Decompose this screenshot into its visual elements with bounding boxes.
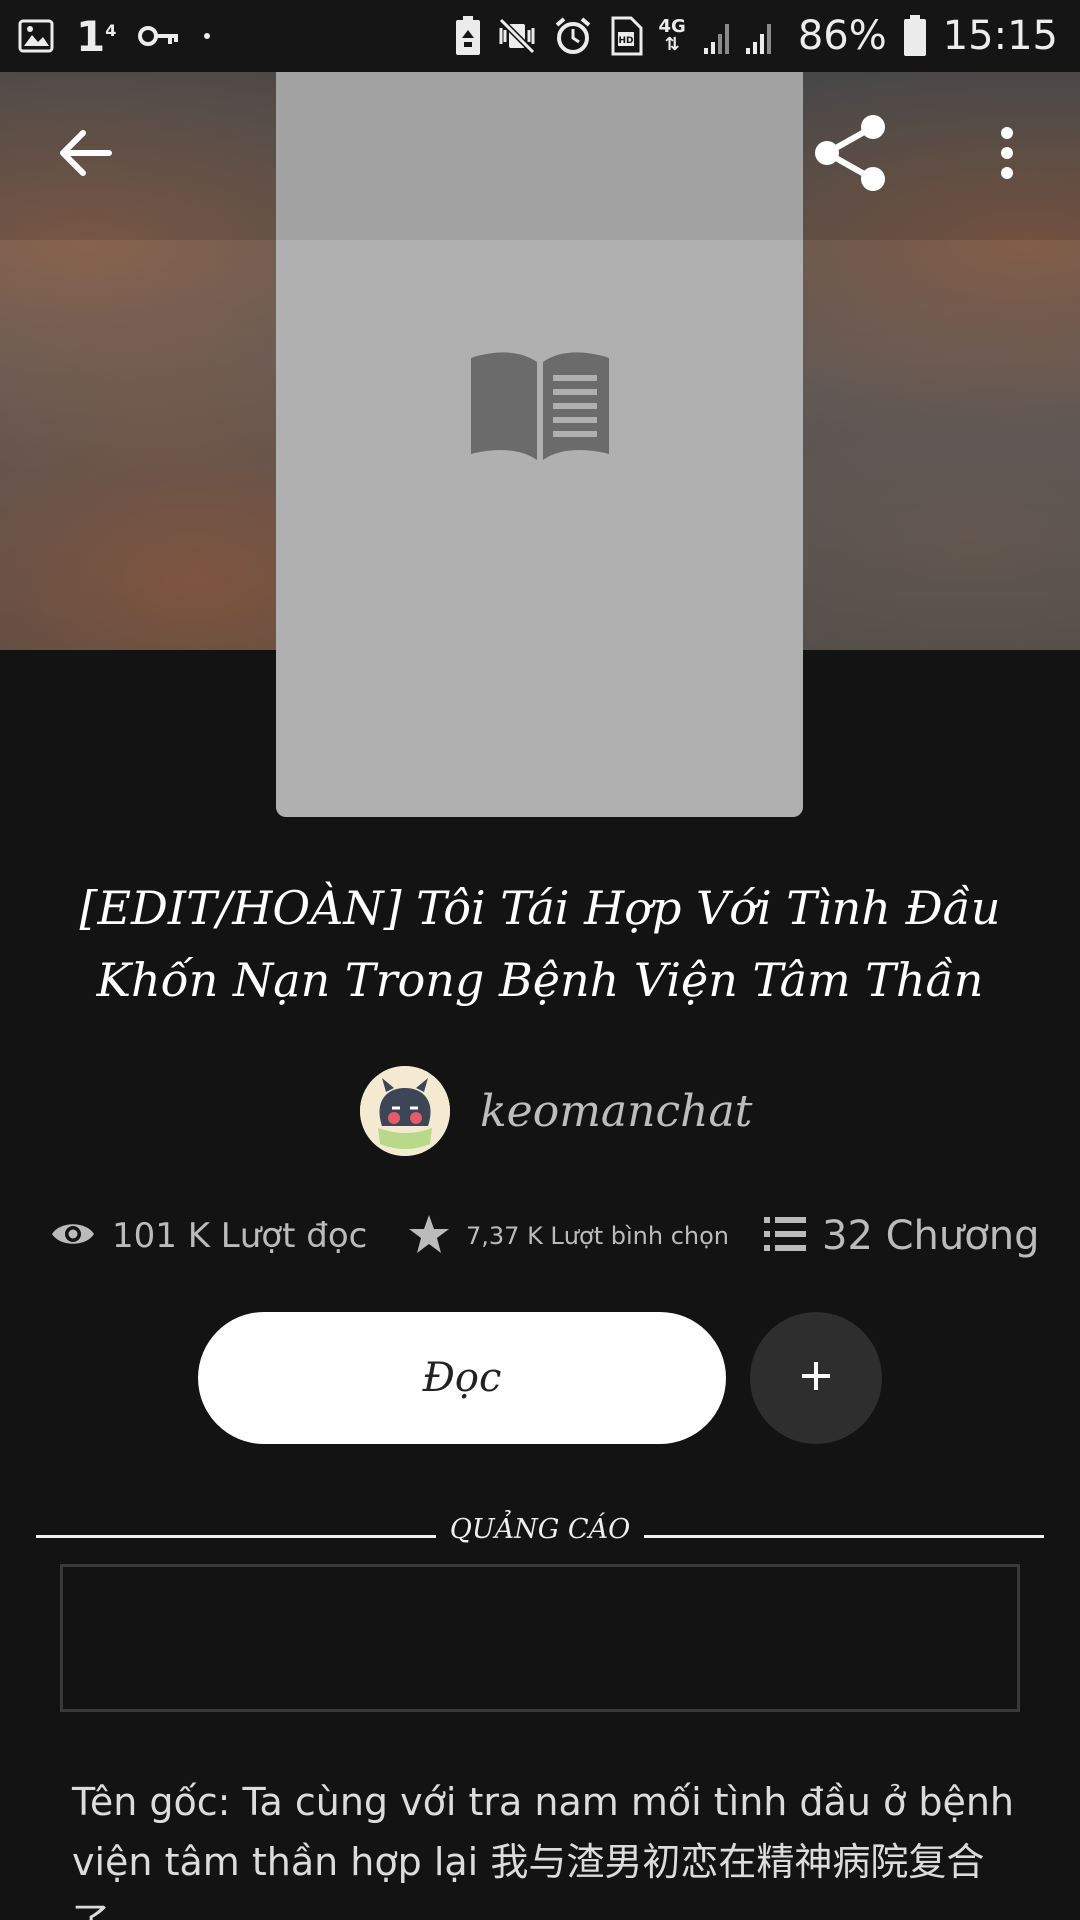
story-stats: 101 K Lượt đọc 7,37 K Lượt bình chọn 32 … (50, 1200, 1050, 1272)
dot-icon (202, 31, 212, 41)
ad-divider-right (644, 1535, 1044, 1538)
clock: 15:15 (942, 13, 1058, 59)
add-to-library-button[interactable] (750, 1312, 882, 1444)
share-icon (811, 113, 891, 197)
status-bar-right: HD 4G ⇅ 86% 15:15 (455, 0, 1058, 72)
story-description: Tên gốc: Ta cùng với tra nam mối tình đầ… (72, 1780, 1015, 1920)
notification-count-sup: 4 (105, 20, 117, 40)
network-type-label: 4G (658, 16, 686, 37)
battery-icon (903, 15, 927, 57)
network-type: 4G ⇅ (658, 16, 686, 55)
image-icon (18, 19, 54, 53)
battery-percent: 86% (797, 13, 887, 59)
ad-label: QUẢNG CÁO (449, 1514, 631, 1545)
battery-saver-icon (455, 16, 481, 56)
star-icon (408, 1214, 450, 1258)
ad-slot[interactable] (60, 1564, 1020, 1712)
story-cover[interactable] (276, 72, 803, 817)
back-button[interactable] (40, 110, 130, 200)
author-avatar[interactable] (360, 1066, 450, 1156)
status-bar-left: 14 (18, 0, 212, 72)
story-detail-screen: 14 HD 4G ⇅ 86% 15:15 [EDIT/HOÀN] Tôi Tái… (0, 0, 1080, 1920)
notification-count: 14 (76, 12, 116, 61)
author-name[interactable]: keomanchat (480, 1086, 752, 1137)
story-title: [EDIT/HOÀN] Tôi Tái Hợp Với Tình Đầu Khố… (79, 881, 1001, 1007)
cover-top-shade (276, 72, 803, 240)
eye-icon (50, 1218, 96, 1254)
notification-count-value: 1 (76, 11, 106, 61)
reads-count: 101 K Lượt đọc (112, 1216, 368, 1256)
plus-icon (800, 1360, 832, 1396)
more-options-button[interactable] (962, 110, 1052, 200)
votes-stat: 7,37 K Lượt bình chọn (408, 1200, 729, 1272)
key-icon (138, 24, 180, 48)
list-icon (764, 1216, 806, 1256)
mute-vibrate-icon (497, 16, 537, 56)
alarm-icon (553, 16, 593, 56)
open-book-icon (465, 348, 615, 468)
chapters-stat[interactable]: 32 Chương (764, 1200, 1039, 1272)
chapters-count: 32 Chương (822, 1213, 1040, 1259)
author-row[interactable]: keomanchat (360, 1066, 752, 1156)
signal-icon (702, 16, 782, 56)
ad-divider-left (36, 1535, 436, 1538)
svg-text:HD: HD (618, 36, 633, 46)
reads-stat: 101 K Lượt đọc (50, 1200, 367, 1272)
arrow-left-icon (57, 128, 113, 182)
votes-count: 7,37 K Lượt bình chọn (466, 1222, 729, 1250)
more-vert-icon (999, 126, 1015, 184)
sim-hd-icon: HD (609, 16, 643, 56)
read-button[interactable]: Đọc (198, 1312, 726, 1444)
status-bar: 14 HD 4G ⇅ 86% 15:15 (0, 0, 1080, 72)
share-button[interactable] (806, 110, 896, 200)
